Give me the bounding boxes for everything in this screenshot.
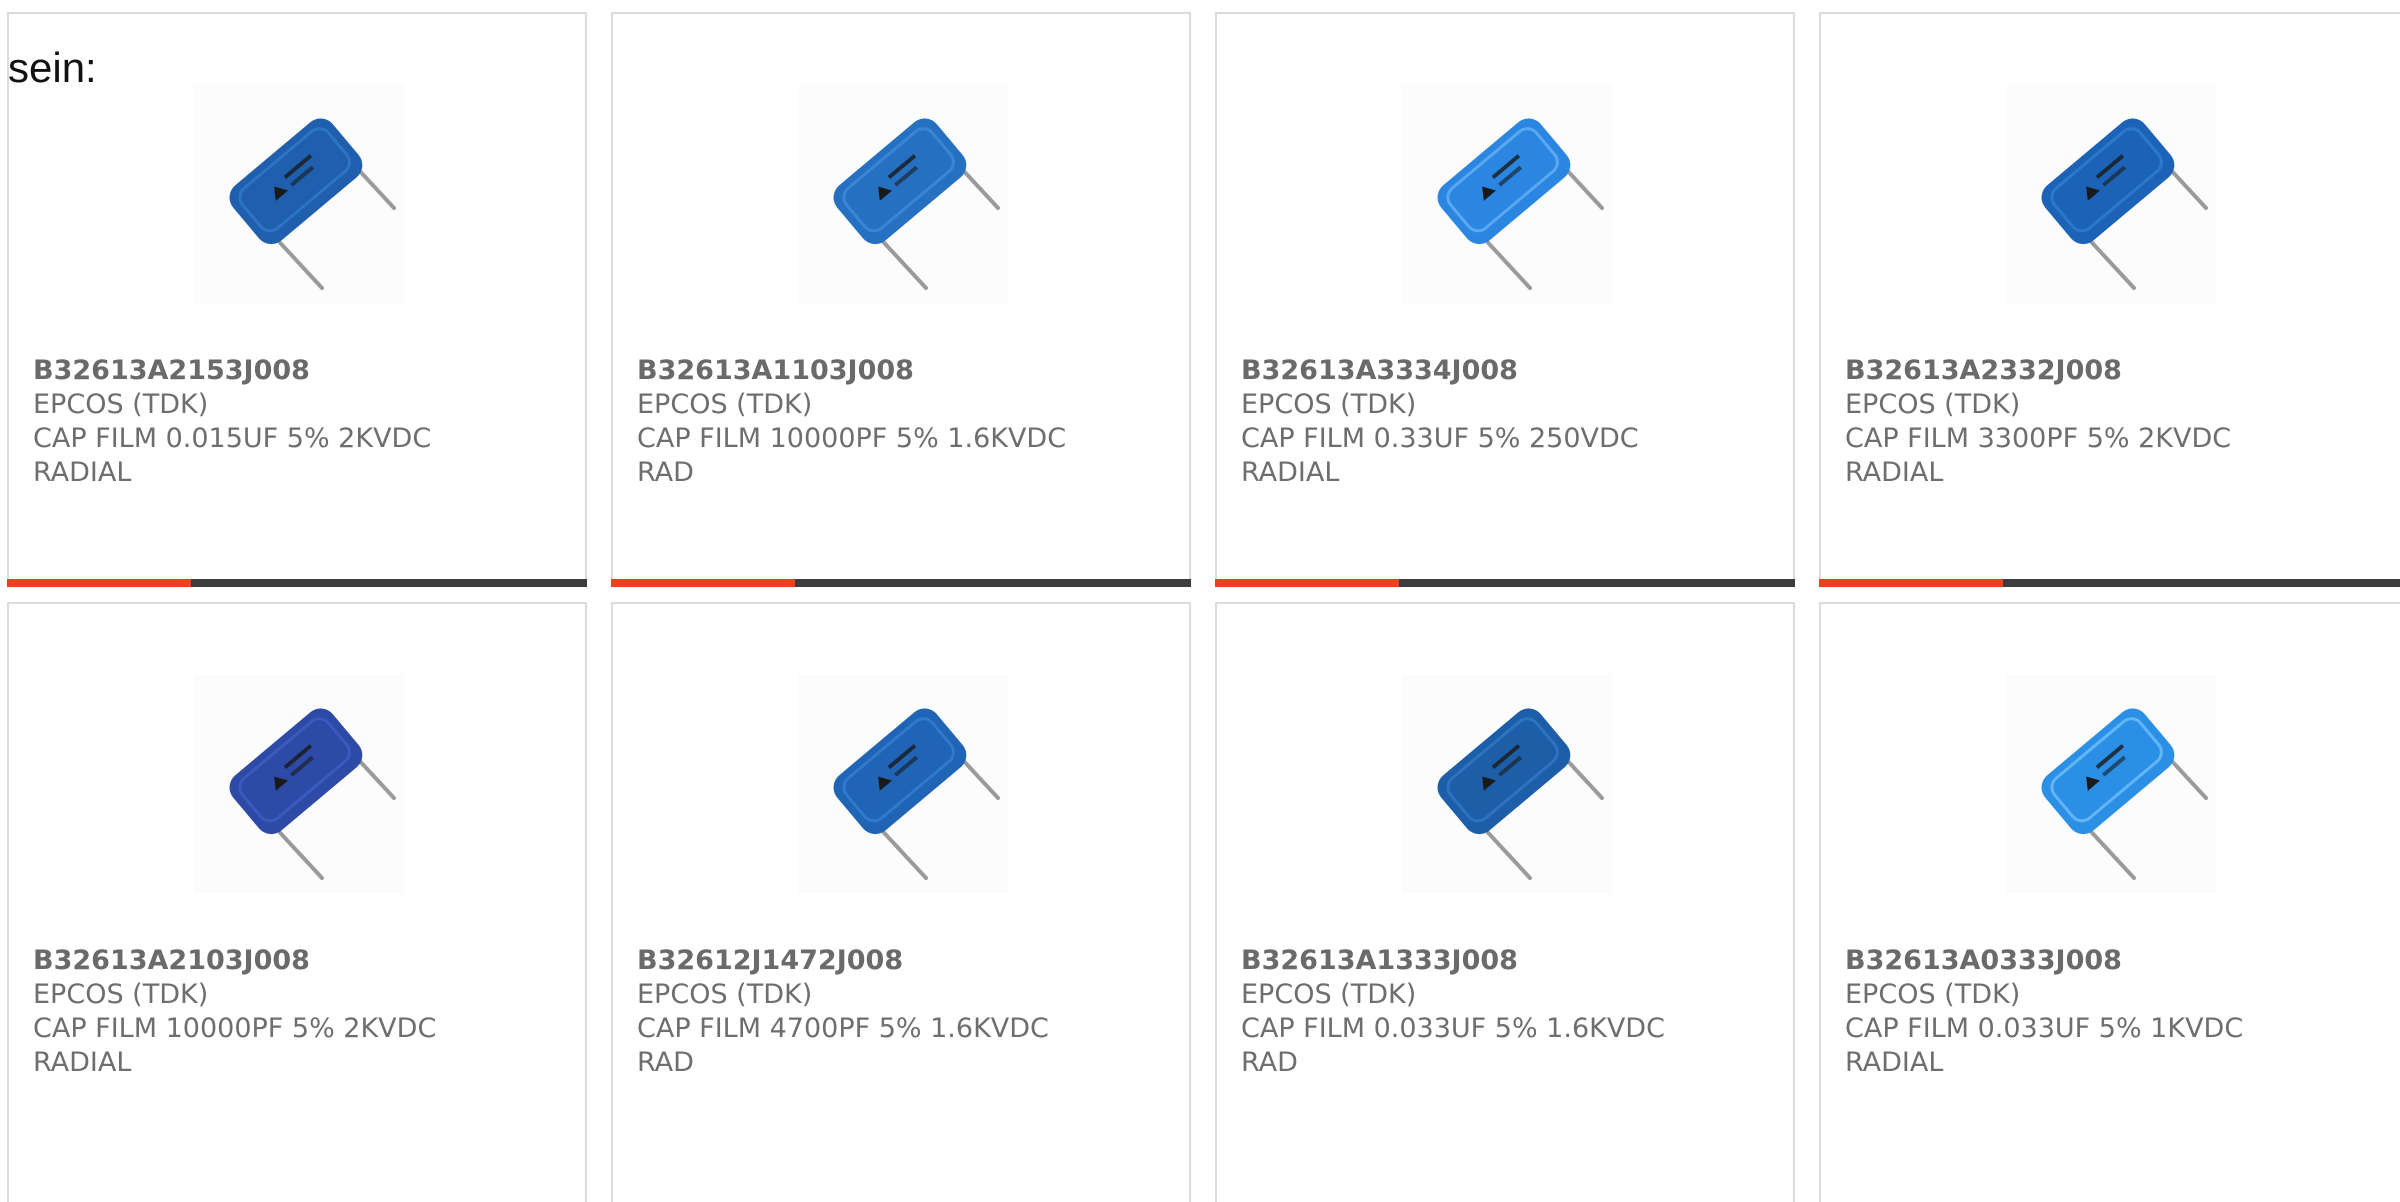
product-info: B32612J1472J008 EPCOS (TDK) CAP FILM 470… xyxy=(637,944,1169,1080)
manufacturer: EPCOS (TDK) xyxy=(33,389,209,420)
card-hover-bar-accent xyxy=(611,579,795,587)
description-line: RAD xyxy=(637,457,694,488)
product-card[interactable]: B32613A2103J008 EPCOS (TDK) CAP FILM 100… xyxy=(7,602,587,1202)
product-info: B32613A1103J008 EPCOS (TDK) CAP FILM 100… xyxy=(637,354,1169,490)
description-line: CAP FILM 0.33UF 5% 250VDC xyxy=(1241,423,1639,454)
product-info: B32613A2153J008 EPCOS (TDK) CAP FILM 0.0… xyxy=(33,354,565,490)
part-number: B32612J1472J008 xyxy=(637,945,904,976)
manufacturer: EPCOS (TDK) xyxy=(1845,389,2021,420)
product-card[interactable]: B32613A1103J008 EPCOS (TDK) CAP FILM 100… xyxy=(611,12,1191,587)
description-line: RADIAL xyxy=(1845,1047,1944,1078)
part-number: B32613A2332J008 xyxy=(1845,355,2122,386)
product-info: B32613A0333J008 EPCOS (TDK) CAP FILM 0.0… xyxy=(1845,944,2380,1080)
manufacturer: EPCOS (TDK) xyxy=(1845,979,2021,1010)
card-hover-bar-accent xyxy=(1819,579,2003,587)
description-line: RAD xyxy=(637,1047,694,1078)
description-line: CAP FILM 0.033UF 5% 1KVDC xyxy=(1845,1013,2244,1044)
description-line: RADIAL xyxy=(33,1047,132,1078)
card-hover-bar xyxy=(1819,579,2400,587)
product-card[interactable]: B32613A2153J008 EPCOS (TDK) CAP FILM 0.0… xyxy=(7,12,587,587)
card-hover-bar xyxy=(611,579,1191,587)
manufacturer: EPCOS (TDK) xyxy=(1241,389,1417,420)
film-capacitor-image xyxy=(798,674,1008,894)
product-card[interactable]: B32613A3334J008 EPCOS (TDK) CAP FILM 0.3… xyxy=(1215,12,1795,587)
part-number: B32613A3334J008 xyxy=(1241,355,1518,386)
description-line: CAP FILM 10000PF 5% 1.6KVDC xyxy=(637,423,1067,454)
card-hover-bar xyxy=(7,579,587,587)
film-capacitor-image xyxy=(1402,674,1612,894)
description-line: RADIAL xyxy=(1845,457,1944,488)
manufacturer: EPCOS (TDK) xyxy=(637,979,813,1010)
film-capacitor-image xyxy=(798,84,1008,304)
card-hover-bar-accent xyxy=(7,579,191,587)
part-number: B32613A1333J008 xyxy=(1241,945,1518,976)
description-line: CAP FILM 0.033UF 5% 1.6KVDC xyxy=(1241,1013,1665,1044)
manufacturer: EPCOS (TDK) xyxy=(637,389,813,420)
product-card[interactable]: B32613A0333J008 EPCOS (TDK) CAP FILM 0.0… xyxy=(1819,602,2400,1202)
part-number: B32613A2103J008 xyxy=(33,945,310,976)
description-line: CAP FILM 4700PF 5% 1.6KVDC xyxy=(637,1013,1049,1044)
intro-text: sein: xyxy=(8,44,97,91)
description-line: RADIAL xyxy=(1241,457,1340,488)
product-card[interactable]: B32613A1333J008 EPCOS (TDK) CAP FILM 0.0… xyxy=(1215,602,1795,1202)
description-line: CAP FILM 0.015UF 5% 2KVDC xyxy=(33,423,432,454)
description-line: CAP FILM 3300PF 5% 2KVDC xyxy=(1845,423,2232,454)
part-number: B32613A0333J008 xyxy=(1845,945,2122,976)
product-info: B32613A2103J008 EPCOS (TDK) CAP FILM 100… xyxy=(33,944,565,1080)
card-hover-bar-accent xyxy=(1215,579,1399,587)
film-capacitor-image xyxy=(194,84,404,304)
film-capacitor-image xyxy=(2006,84,2216,304)
part-number: B32613A1103J008 xyxy=(637,355,914,386)
product-card[interactable]: B32612J1472J008 EPCOS (TDK) CAP FILM 470… xyxy=(611,602,1191,1202)
product-grid: sein: B32613A2153J008 EPCOS (TDK) CAP FI… xyxy=(0,0,2400,1202)
film-capacitor-image xyxy=(1402,84,1612,304)
product-card[interactable]: B32613A2332J008 EPCOS (TDK) CAP FILM 330… xyxy=(1819,12,2400,587)
part-number: B32613A2153J008 xyxy=(33,355,310,386)
manufacturer: EPCOS (TDK) xyxy=(33,979,209,1010)
card-hover-bar xyxy=(1215,579,1795,587)
description-line: RAD xyxy=(1241,1047,1298,1078)
product-info: B32613A3334J008 EPCOS (TDK) CAP FILM 0.3… xyxy=(1241,354,1773,490)
description-line: RADIAL xyxy=(33,457,132,488)
product-info: B32613A2332J008 EPCOS (TDK) CAP FILM 330… xyxy=(1845,354,2380,490)
description-line: CAP FILM 10000PF 5% 2KVDC xyxy=(33,1013,437,1044)
manufacturer: EPCOS (TDK) xyxy=(1241,979,1417,1010)
product-info: B32613A1333J008 EPCOS (TDK) CAP FILM 0.0… xyxy=(1241,944,1773,1080)
film-capacitor-image xyxy=(2006,674,2216,894)
film-capacitor-image xyxy=(194,674,404,894)
